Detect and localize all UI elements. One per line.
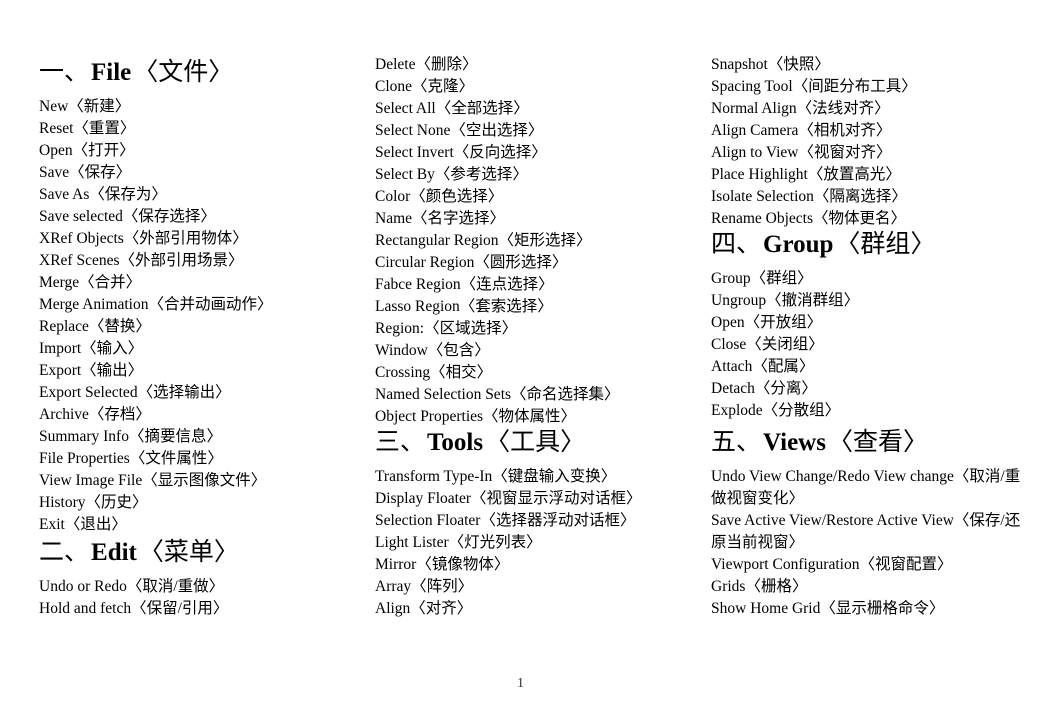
- list-item: History〈历史〉: [39, 494, 148, 511]
- list-item: Undo or Redo〈取消/重做〉: [39, 578, 225, 595]
- section-title-chinese: 〈文件〉: [133, 59, 234, 86]
- section-group: 四、Group〈群组〉 Group〈群组〉 Ungroup〈撤消群组〉 Open…: [711, 230, 1026, 422]
- list-item: Name〈名字选择〉: [375, 210, 506, 227]
- list-item: Open〈打开〉: [39, 142, 135, 159]
- list-item: Align to View〈视窗对齐〉: [711, 144, 892, 161]
- list-item: Ungroup〈撤消群组〉: [711, 292, 860, 309]
- section-number: 三、: [375, 429, 426, 456]
- section-title-english: Group: [763, 231, 834, 258]
- section-title-chinese: 〈查看〉: [827, 429, 928, 456]
- list-item: Exit〈退出〉: [39, 516, 127, 533]
- list-item: Detach〈分离〉: [711, 380, 817, 397]
- list-item: Circular Region〈圆形选择〉: [375, 254, 568, 271]
- section-heading-group: 四、Group〈群组〉: [711, 230, 1026, 260]
- section-edit-continued: Delete〈删除〉 Clone〈克隆〉 Select All〈全部选择〉 Se…: [375, 54, 700, 428]
- section-title-english: Tools: [427, 429, 484, 456]
- list-item: Export〈输出〉: [39, 362, 144, 379]
- list-item: Normal Align〈法线对齐〉: [711, 100, 890, 117]
- section-heading-tools: 三、Tools〈工具〉: [375, 428, 700, 458]
- section-title-chinese: 〈菜单〉: [138, 539, 239, 566]
- list-item: Explode〈分散组〉: [711, 402, 841, 419]
- list-item: XRef Scenes〈外部引用场景〉: [39, 252, 244, 269]
- list-item: Reset〈重置〉: [39, 120, 136, 137]
- section-title-english: Edit: [91, 539, 137, 566]
- list-item: Save As〈保存为〉: [39, 186, 167, 203]
- list-item: Object Properties〈物体属性〉: [375, 408, 577, 425]
- section-number: 四、: [711, 231, 762, 258]
- list-item: Selection Floater〈选择器浮动对话框〉: [375, 512, 636, 529]
- list-item: File Properties〈文件属性〉: [39, 450, 223, 467]
- list-item: Color〈颜色选择〉: [375, 188, 504, 205]
- section-number: 五、: [711, 429, 762, 456]
- list-item: Clone〈克隆〉: [375, 78, 475, 95]
- list-item: Select None〈空出选择〉: [375, 122, 544, 139]
- section-number: 一、: [39, 59, 90, 86]
- list-item: Select All〈全部选择〉: [375, 100, 529, 117]
- list-item: Align Camera〈相机对齐〉: [711, 122, 892, 139]
- list-item: Import〈输入〉: [39, 340, 144, 357]
- list-item: Named Selection Sets〈命名选择集〉: [375, 386, 620, 403]
- section-file: 一、File〈文件〉 New〈新建〉 Reset〈重置〉 Open〈打开〉 Sa…: [39, 58, 359, 536]
- section-tools: 三、Tools〈工具〉 Transform Type-In〈键盘输入变换〉 Di…: [375, 428, 700, 620]
- list-item: Select Invert〈反向选择〉: [375, 144, 547, 161]
- list-item: Snapshot〈快照〉: [711, 56, 830, 73]
- section-number: 二、: [39, 539, 90, 566]
- list-item: Fabce Region〈连点选择〉: [375, 276, 554, 293]
- list-item: Summary Info〈摘要信息〉: [39, 428, 222, 445]
- list-item: Grids〈栅格〉: [711, 578, 808, 595]
- section-tools-continued: Snapshot〈快照〉 Spacing Tool〈间距分布工具〉 Normal…: [711, 54, 1026, 230]
- section-heading-edit: 二、Edit〈菜单〉: [39, 538, 359, 568]
- list-item: Region:〈区域选择〉: [375, 320, 518, 337]
- section-title-english: Views: [763, 429, 826, 456]
- list-item: Archive〈存档〉: [39, 406, 151, 423]
- section-heading-file: 一、File〈文件〉: [39, 58, 359, 88]
- list-item: Rectangular Region〈矩形选择〉: [375, 232, 592, 249]
- list-item: Display Floater〈视窗显示浮动对话框〉: [375, 490, 642, 507]
- section-edit: 二、Edit〈菜单〉 Undo or Redo〈取消/重做〉 Hold and …: [39, 538, 359, 620]
- document-page: 一、File〈文件〉 New〈新建〉 Reset〈重置〉 Open〈打开〉 Sa…: [0, 0, 1041, 705]
- list-item: View Image File〈显示图像文件〉: [39, 472, 267, 489]
- list-item: Merge〈合并〉: [39, 274, 142, 291]
- list-item: Merge Animation〈合并动画动作〉: [39, 296, 273, 313]
- list-item: Place Highlight〈放置高光〉: [711, 166, 901, 183]
- list-item: Delete〈删除〉: [375, 56, 478, 73]
- section-heading-views: 五、Views〈查看〉: [711, 428, 1029, 458]
- list-item: Transform Type-In〈键盘输入变换〉: [375, 468, 617, 485]
- list-item: Group〈群组〉: [711, 270, 813, 287]
- list-item: Align〈对齐〉: [375, 600, 473, 617]
- list-item: Mirror〈镜像物体〉: [375, 556, 510, 573]
- list-item: Hold and fetch〈保留/引用〉: [39, 600, 229, 617]
- list-item: XRef Objects〈外部引用物体〉: [39, 230, 248, 247]
- list-item: Open〈开放组〉: [711, 314, 823, 331]
- section-title-english: File: [91, 59, 132, 86]
- three-column-layout: 一、File〈文件〉 New〈新建〉 Reset〈重置〉 Open〈打开〉 Sa…: [0, 0, 1041, 660]
- section-title-chinese: 〈工具〉: [485, 429, 586, 456]
- page-number: 1: [517, 676, 524, 691]
- section-title-chinese: 〈群组〉: [835, 231, 936, 258]
- list-item: Crossing〈相交〉: [375, 364, 493, 381]
- list-item: New〈新建〉: [39, 98, 131, 115]
- section-views: 五、Views〈查看〉 Undo View Change/Redo View c…: [711, 428, 1029, 620]
- list-item: Save〈保存〉: [39, 164, 132, 181]
- list-item: Export Selected〈选择输出〉: [39, 384, 231, 401]
- list-item: Rename Objects〈物体更名〉: [711, 210, 907, 227]
- list-item: Select By〈参考选择〉: [375, 166, 528, 183]
- list-item: Attach〈配属〉: [711, 358, 815, 375]
- list-item: Viewport Configuration〈视窗配置〉: [711, 556, 953, 573]
- list-item: Save selected〈保存选择〉: [39, 208, 216, 225]
- list-item: Spacing Tool〈间距分布工具〉: [711, 78, 917, 95]
- list-item: Isolate Selection〈隔离选择〉: [711, 188, 907, 205]
- list-item: Light Lister〈灯光列表〉: [375, 534, 542, 551]
- list-item: Show Home Grid〈显示栅格命令〉: [711, 600, 945, 617]
- list-item: Window〈包含〉: [375, 342, 490, 359]
- list-item: Lasso Region〈套索选择〉: [375, 298, 553, 315]
- list-item: Close〈关闭组〉: [711, 336, 824, 353]
- list-item: Array〈阵列〉: [375, 578, 474, 595]
- list-item: Undo View Change/Redo View change〈取消/重做视…: [711, 468, 1021, 507]
- list-item: Replace〈替换〉: [39, 318, 151, 335]
- list-item: Save Active View/Restore Active View〈保存/…: [711, 512, 1021, 551]
